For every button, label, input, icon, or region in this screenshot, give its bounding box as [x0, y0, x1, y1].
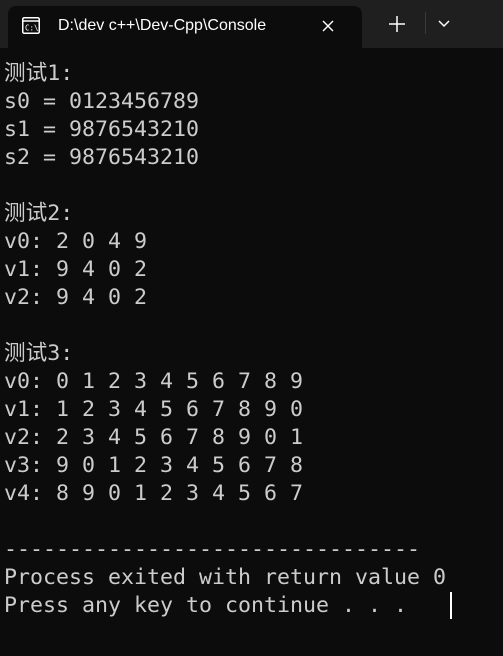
console-app-icon: C:\ [22, 17, 40, 34]
terminal-tab[interactable]: C:\ D:\dev c++\Dev-Cpp\Console [8, 6, 362, 48]
console-line: s2 = 9876543210 [4, 145, 200, 170]
svg-text:C:\: C:\ [25, 24, 39, 33]
console-line: s0 = 0123456789 [4, 89, 200, 114]
plus-icon[interactable] [382, 11, 412, 37]
text-cursor [450, 592, 452, 619]
console-lines: 测试1: s0 = 0123456789 s1 = 9876543210 s2 … [4, 60, 446, 620]
console-line: Process exited with return value 0 [4, 565, 447, 590]
console-line: v0: 0 1 2 3 4 5 6 7 8 9 [4, 369, 304, 394]
console-line: -------------------------------- [4, 537, 421, 562]
title-bar: C:\ D:\dev c++\Dev-Cpp\Console [0, 0, 503, 48]
console-line: v3: 9 0 1 2 3 4 5 6 7 8 [4, 453, 304, 478]
console-line: 测试2: [4, 201, 74, 226]
console-line: Press any key to continue . . . [4, 593, 421, 618]
console-line: v2: 9 4 0 2 [4, 285, 148, 310]
console-line: v4: 8 9 0 1 2 3 4 5 6 7 [4, 481, 304, 506]
console-line: 测试3: [4, 341, 74, 366]
tab-title: D:\dev c++\Dev-Cpp\Console [58, 17, 267, 34]
console-line: v2: 2 3 4 5 6 7 8 9 0 1 [4, 425, 304, 450]
console-line: v1: 9 4 0 2 [4, 257, 148, 282]
console-line: v1: 1 2 3 4 5 6 7 8 9 0 [4, 397, 304, 422]
console-output[interactable]: 测试1: s0 = 0123456789 s1 = 9876543210 s2 … [0, 48, 503, 656]
console-line: v0: 2 0 4 9 [4, 229, 148, 254]
chevron-down-icon[interactable] [429, 11, 459, 37]
console-line: 测试1: [4, 61, 74, 86]
console-line: s1 = 9876543210 [4, 117, 200, 142]
close-icon[interactable] [317, 15, 339, 37]
tab-separator [425, 12, 426, 34]
